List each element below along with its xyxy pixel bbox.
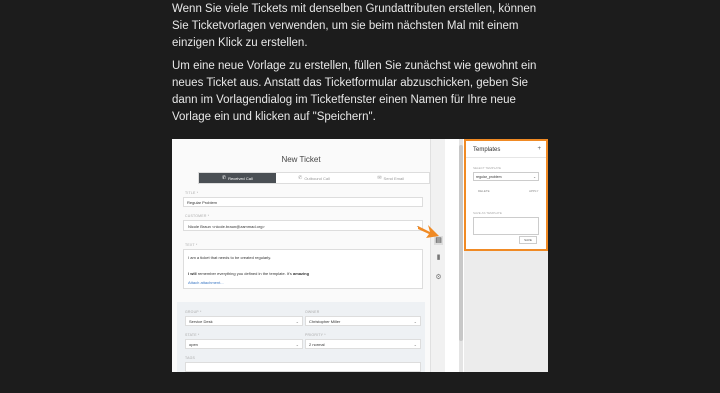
title-input[interactable]: Regular Problem bbox=[183, 197, 423, 207]
chevron-down-icon: ⌄ bbox=[533, 174, 536, 179]
pointer-arrow-icon bbox=[418, 225, 439, 238]
chevron-down-icon: ⌄ bbox=[295, 318, 299, 324]
priority-value: 2 normal bbox=[309, 341, 325, 347]
user-tab-icon[interactable]: ▮ bbox=[434, 253, 443, 262]
customer-value: Nicole Braun <nicole.braun@zammad.org> bbox=[188, 224, 265, 229]
templates-heading: Templates bbox=[473, 147, 501, 153]
owner-select[interactable]: Christopher Miller ⌄ bbox=[305, 316, 421, 326]
save-template-button[interactable]: SAVE bbox=[519, 236, 537, 244]
title-value: Regular Problem bbox=[187, 199, 218, 205]
divider bbox=[466, 157, 546, 158]
priority-select[interactable]: 2 normal ⌄ bbox=[305, 339, 421, 349]
title-label: TITLE * bbox=[185, 191, 199, 195]
state-label: STATE * bbox=[185, 333, 200, 337]
text-label: TEXT * bbox=[185, 243, 198, 247]
customer-label: CUSTOMER * bbox=[185, 214, 210, 218]
owner-value: Christopher Miller bbox=[309, 318, 341, 324]
state-value: open bbox=[189, 341, 198, 347]
tags-label: TAGS bbox=[185, 356, 196, 360]
tags-input[interactable] bbox=[185, 362, 421, 372]
priority-label: PRIORITY * bbox=[305, 333, 326, 337]
templates-panel: Templates + SELECT TEMPLATE regular_prob… bbox=[464, 139, 548, 251]
intro-paragraph: Wenn Sie viele Tickets mit denselben Gru… bbox=[172, 3, 537, 49]
text-line-2-prefix: I will bbox=[188, 271, 197, 276]
ticket-attributes: GROUP * Service Desk ⌄ OWNER Christopher … bbox=[177, 302, 425, 372]
text-line-2-bold: amazing bbox=[293, 271, 310, 276]
scrollbar-thumb[interactable] bbox=[459, 145, 463, 341]
state-select[interactable]: open ⌄ bbox=[185, 339, 303, 349]
attach-attachment-link[interactable]: Attach attachment... bbox=[188, 280, 224, 285]
save-as-template-label: SAVE AS TEMPLATE bbox=[473, 211, 502, 215]
text-line-2: I will remember everything you defined i… bbox=[188, 271, 309, 276]
type-received-call[interactable]: ✆ Received Call bbox=[199, 173, 276, 183]
text-line-1: I am a ticket that needs to be created r… bbox=[188, 255, 272, 260]
text-editor[interactable]: I am a ticket that needs to be created r… bbox=[183, 249, 423, 289]
ticket-type-switch: ✆ Received Call ✆ Outbound Call ✉ Send Emai… bbox=[198, 172, 430, 184]
template-select[interactable]: regular_problem ⌄ bbox=[473, 172, 539, 181]
template-selected: regular_problem bbox=[476, 174, 502, 179]
customer-input[interactable]: Nicole Braun <nicole.braun@zammad.org> ⌄ bbox=[183, 220, 423, 231]
chevron-down-icon: ⌄ bbox=[295, 341, 299, 347]
type-outbound-call[interactable]: ✆ Outbound Call bbox=[276, 173, 353, 183]
phone-out-icon: ✆ bbox=[298, 175, 303, 181]
text-line-2-suffix: remember everything you defined in the t… bbox=[196, 271, 294, 276]
instruction-paragraph: Um eine neue Vorlage zu erstellen, fülle… bbox=[172, 60, 537, 123]
new-ticket-form: New Ticket ✆ Received Call ✆ Outbound Call… bbox=[172, 139, 430, 372]
type-send-email-label: Send Email bbox=[383, 175, 405, 181]
type-received-call-label: Received Call bbox=[228, 175, 253, 181]
type-send-email[interactable]: ✉ Send Email bbox=[352, 173, 429, 183]
group-label: GROUP * bbox=[185, 310, 202, 314]
delete-template-button[interactable]: DELETE bbox=[478, 189, 490, 193]
chevron-down-icon: ⌄ bbox=[413, 318, 417, 324]
group-select[interactable]: Service Desk ⌄ bbox=[185, 316, 303, 326]
embedded-screenshot: New Ticket ✆ Received Call ✆ Outbound Call… bbox=[172, 139, 548, 372]
chevron-down-icon: ⌄ bbox=[413, 341, 417, 347]
phone-in-icon: ✆ bbox=[221, 175, 227, 181]
scrollbar[interactable] bbox=[459, 139, 463, 372]
add-icon[interactable]: + bbox=[537, 146, 541, 152]
template-name-input[interactable] bbox=[473, 217, 539, 235]
type-outbound-call-label: Outbound Call bbox=[304, 175, 330, 181]
gear-icon[interactable]: ⚙ bbox=[434, 273, 443, 282]
mail-icon: ✉ bbox=[377, 175, 382, 181]
owner-label: OWNER bbox=[305, 310, 320, 314]
apply-template-button[interactable]: APPLY bbox=[529, 189, 538, 193]
select-template-label: SELECT TEMPLATE bbox=[473, 166, 502, 170]
sidebar-background bbox=[464, 251, 548, 372]
ticket-sidebar-tabs: ▤ ▮ ⚙ bbox=[430, 139, 445, 372]
group-value: Service Desk bbox=[189, 318, 213, 324]
ticket-title: New Ticket bbox=[281, 155, 321, 164]
